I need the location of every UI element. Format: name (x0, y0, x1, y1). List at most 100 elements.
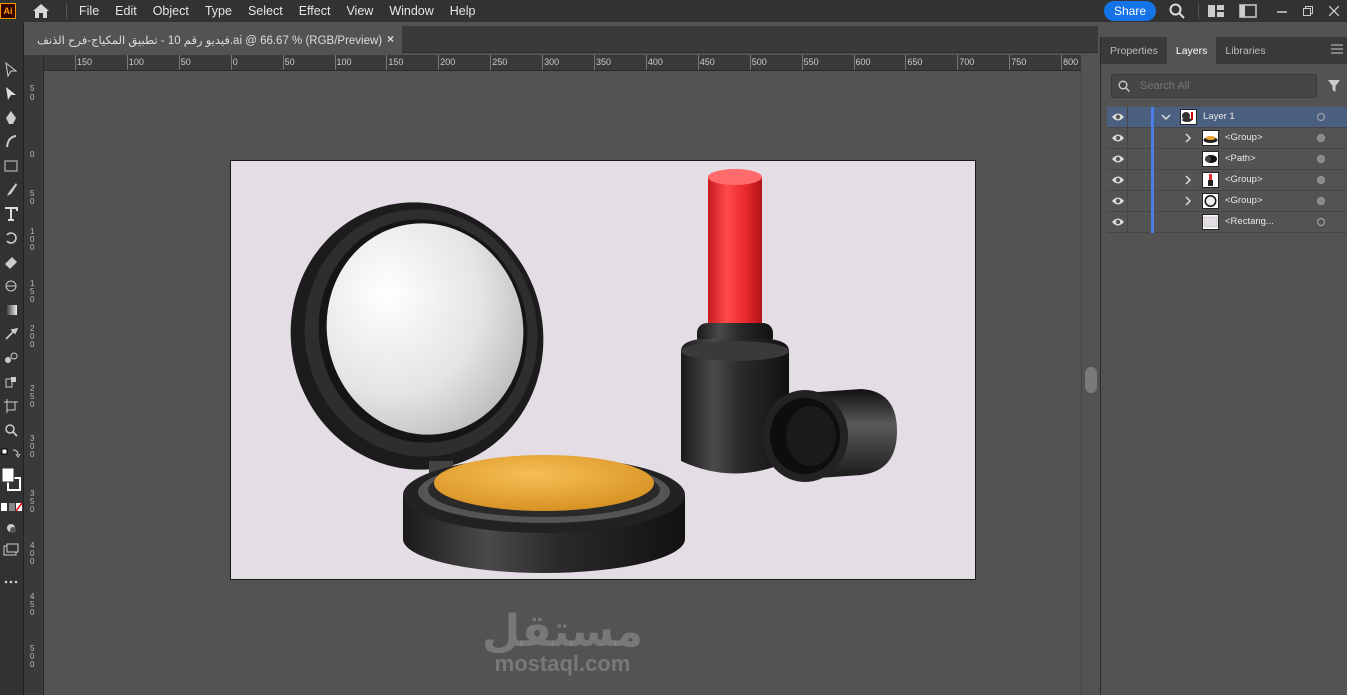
close-document-icon[interactable]: × (387, 32, 394, 46)
ruler-label: 0 (30, 557, 35, 566)
vertical-ruler[interactable]: 50050100150200250300350400450500 (24, 55, 44, 695)
tab-libraries[interactable]: Libraries (1216, 37, 1274, 64)
ruler-label: 700 (959, 57, 975, 67)
layer-row[interactable]: Layer 1 (1107, 107, 1347, 128)
vertical-scrollbar[interactable] (1081, 71, 1099, 695)
close-window-button[interactable] (1321, 2, 1347, 20)
chevron-down-icon[interactable] (1161, 111, 1171, 123)
direct-selection-tool-icon[interactable] (0, 84, 22, 104)
target-circle-icon[interactable] (1317, 176, 1325, 184)
width-tool-icon[interactable] (0, 276, 22, 296)
menu-object[interactable]: Object (147, 4, 195, 18)
ruler-tick (1009, 55, 1011, 70)
pen-tool-icon[interactable] (0, 108, 22, 128)
artboard[interactable] (230, 160, 976, 580)
ruler-tick (905, 55, 907, 70)
search-icon[interactable] (1166, 2, 1188, 20)
rectangle-tool-icon[interactable] (0, 156, 22, 176)
layer-name[interactable]: <Rectang... (1225, 216, 1274, 227)
target-circle-icon[interactable] (1317, 197, 1325, 205)
panel-menu-icon[interactable] (1331, 43, 1343, 57)
screen-mode-icon[interactable] (0, 540, 22, 560)
tab-properties[interactable]: Properties (1101, 37, 1167, 64)
chevron-right-icon[interactable] (1183, 174, 1193, 186)
layers-list: Layer 1 <Group> <Path> <Group> <Group> <Recta… (1107, 107, 1347, 233)
menu-select[interactable]: Select (242, 4, 289, 18)
visibility-eye-icon[interactable] (1111, 195, 1125, 207)
layers-search-input[interactable]: Search All (1111, 74, 1317, 98)
layer-name[interactable]: <Group> (1225, 174, 1263, 185)
menu-file[interactable]: File (73, 4, 105, 18)
horizontal-ruler[interactable]: 150 100 50 0 50 100 150 200 250 300 350 400 450 500 55… (44, 55, 1081, 71)
menu-effect[interactable]: Effect (293, 4, 337, 18)
ruler-label: 0 (30, 243, 35, 252)
paintbrush-tool-icon[interactable] (0, 180, 22, 200)
artboard-tool-icon[interactable] (0, 396, 22, 416)
layer-color-bar (1151, 191, 1154, 212)
restore-button[interactable] (1295, 2, 1321, 20)
arrange-documents-icon[interactable] (1205, 2, 1227, 20)
swap-colors-icon[interactable] (0, 446, 22, 462)
lock-column[interactable] (1127, 107, 1128, 128)
sublayer-row[interactable]: <Group> (1107, 170, 1347, 191)
lock-column[interactable] (1127, 170, 1128, 191)
menu-help[interactable]: Help (444, 4, 482, 18)
draw-mode-icon[interactable] (0, 518, 22, 538)
selection-tool-icon[interactable] (0, 60, 22, 80)
layer-name[interactable]: <Group> (1225, 132, 1263, 143)
chevron-right-icon[interactable] (1183, 132, 1193, 144)
share-button[interactable]: Share (1103, 1, 1156, 21)
color-mode-icons[interactable] (0, 500, 22, 514)
minimize-button[interactable] (1269, 2, 1295, 20)
target-circle-icon[interactable] (1317, 134, 1325, 142)
lock-column[interactable] (1127, 212, 1128, 233)
filter-icon[interactable] (1327, 79, 1341, 96)
ruler-label: 150 (77, 57, 93, 67)
visibility-eye-icon[interactable] (1111, 174, 1125, 186)
fill-stroke-swatch[interactable] (0, 464, 22, 498)
visibility-eye-icon[interactable] (1111, 153, 1125, 165)
visibility-eye-icon[interactable] (1111, 216, 1125, 228)
ruler-tick (801, 55, 803, 70)
curvature-tool-icon[interactable] (0, 132, 22, 152)
sublayer-row[interactable]: <Group> (1107, 191, 1347, 212)
lock-column[interactable] (1127, 149, 1128, 170)
sublayer-row[interactable]: <Group> (1107, 128, 1347, 149)
edit-toolbar-icon[interactable] (0, 572, 22, 592)
eraser-tool-icon[interactable] (0, 252, 22, 272)
symbol-sprayer-tool-icon[interactable] (0, 372, 22, 392)
ruler-tick (645, 55, 647, 70)
layer-name[interactable]: Layer 1 (1203, 111, 1235, 122)
layer-name[interactable]: <Path> (1225, 153, 1256, 164)
menu-view[interactable]: View (340, 4, 379, 18)
tab-layers[interactable]: Layers (1166, 37, 1217, 64)
sublayer-row[interactable]: <Path> (1107, 149, 1347, 170)
target-circle-icon[interactable] (1317, 218, 1325, 226)
scroll-thumb[interactable] (1085, 367, 1097, 393)
visibility-eye-icon[interactable] (1111, 132, 1125, 144)
target-circle-icon[interactable] (1317, 155, 1325, 163)
menu-type[interactable]: Type (199, 4, 238, 18)
rotate-tool-icon[interactable] (0, 228, 22, 248)
ruler-tick (1061, 55, 1063, 70)
sublayer-row[interactable]: <Rectang... (1107, 212, 1347, 233)
ruler-label: 600 (855, 57, 871, 67)
menu-window[interactable]: Window (383, 4, 439, 18)
canvas[interactable]: مستقل mostaql.com (44, 71, 1081, 695)
visibility-eye-icon[interactable] (1111, 111, 1125, 123)
lock-column[interactable] (1127, 191, 1128, 212)
layer-name[interactable]: <Group> (1225, 195, 1263, 206)
eyedropper-tool-icon[interactable] (0, 324, 22, 344)
target-circle-icon[interactable] (1317, 113, 1325, 121)
document-tab[interactable]: فيديو رقم 10 - تطبيق المكياج-فرح الذنف.a… (24, 26, 402, 53)
gradient-tool-icon[interactable] (0, 300, 22, 320)
menu-edit[interactable]: Edit (109, 4, 143, 18)
type-tool-icon[interactable] (0, 204, 22, 224)
home-icon[interactable] (30, 2, 52, 20)
workspace-icon[interactable] (1237, 2, 1259, 20)
lock-column[interactable] (1127, 128, 1128, 149)
tools-panel (0, 22, 24, 695)
blend-tool-icon[interactable] (0, 348, 22, 368)
chevron-right-icon[interactable] (1183, 195, 1193, 207)
zoom-tool-icon[interactable] (0, 420, 22, 440)
